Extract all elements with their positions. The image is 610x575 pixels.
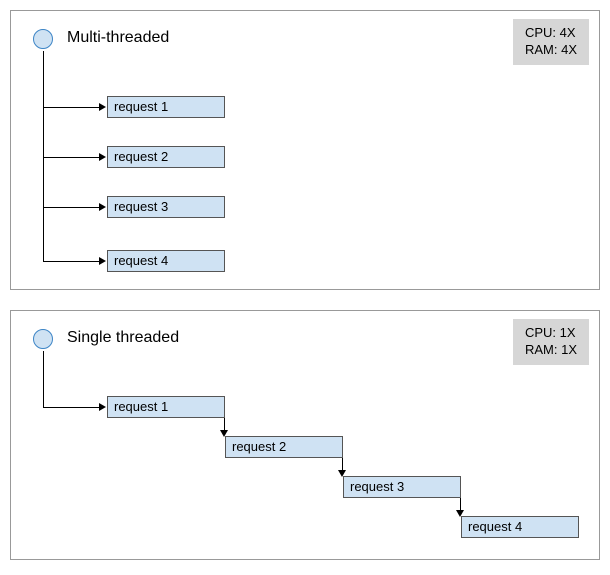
- request-box: request 1: [107, 96, 225, 118]
- connector-line: [43, 157, 99, 158]
- request-box: request 4: [107, 250, 225, 272]
- origin-node-icon: [33, 329, 53, 349]
- request-box: request 4: [461, 516, 579, 538]
- connector-line: [43, 207, 99, 208]
- arrow-right-icon: [99, 203, 106, 211]
- ram-stat: RAM: 4X: [525, 42, 577, 59]
- resource-stats: CPU: 1X RAM: 1X: [513, 319, 589, 365]
- connector-line: [43, 51, 44, 261]
- request-box: request 3: [343, 476, 461, 498]
- request-box: request 1: [107, 396, 225, 418]
- arrow-right-icon: [99, 403, 106, 411]
- panel-multi-threaded: Multi-threaded CPU: 4X RAM: 4X request 1…: [10, 10, 600, 290]
- arrow-right-icon: [99, 103, 106, 111]
- request-box: request 2: [225, 436, 343, 458]
- connector-line: [43, 407, 99, 408]
- ram-stat: RAM: 1X: [525, 342, 577, 359]
- request-box: request 3: [107, 196, 225, 218]
- panel-title: Single threaded: [67, 329, 179, 347]
- cpu-stat: CPU: 1X: [525, 325, 577, 342]
- cpu-stat: CPU: 4X: [525, 25, 577, 42]
- request-box: request 2: [107, 146, 225, 168]
- resource-stats: CPU: 4X RAM: 4X: [513, 19, 589, 65]
- panel-title: Multi-threaded: [67, 29, 169, 47]
- connector-line: [43, 107, 99, 108]
- arrow-right-icon: [99, 153, 106, 161]
- connector-line: [43, 351, 44, 407]
- connector-line: [43, 261, 99, 262]
- panel-single-threaded: Single threaded CPU: 1X RAM: 1X request …: [10, 310, 600, 560]
- origin-node-icon: [33, 29, 53, 49]
- arrow-right-icon: [99, 257, 106, 265]
